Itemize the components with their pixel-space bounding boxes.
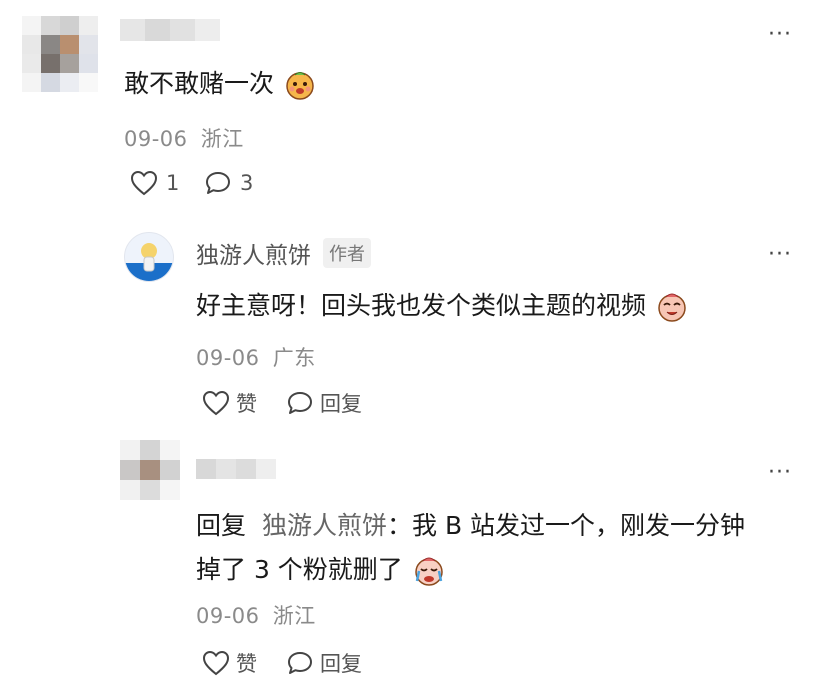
heart-icon: [130, 170, 158, 196]
comment-text-content: 我 B 站发过一个，刚发一分钟: [412, 511, 746, 540]
comment-text: 好主意呀！回头我也发个类似主题的视频: [196, 286, 688, 323]
comment-meta: 09-06 浙江: [196, 600, 316, 630]
author-row: 独游人煎饼 作者: [196, 236, 371, 270]
reply-to-user[interactable]: 独游人煎饼: [262, 511, 387, 540]
crying-face-emoji-icon: [415, 557, 443, 586]
comment-meta: 09-06 浙江: [124, 123, 244, 153]
comment-location: 广东: [272, 346, 316, 370]
reply-button[interactable]: 回复: [286, 388, 362, 418]
comment-date: 09-06: [196, 346, 260, 370]
username-blurred[interactable]: [196, 459, 276, 479]
comment-text-content: 掉了 3 个粉就删了: [196, 555, 403, 584]
username-blurred[interactable]: [120, 19, 220, 41]
comment-date: 09-06: [124, 127, 188, 151]
comment-text: 敢不敢赌一次: [124, 64, 316, 101]
chat-bubble-icon: [206, 172, 230, 194]
comment-meta: 09-06 广东: [196, 342, 316, 372]
author-name[interactable]: 独游人煎饼: [196, 236, 311, 270]
avatar[interactable]: [22, 16, 98, 92]
more-options-icon[interactable]: ···: [768, 244, 792, 266]
author-avatar[interactable]: [124, 232, 174, 282]
reply-separator: ：: [386, 511, 412, 540]
author-badge: 作者: [323, 238, 371, 268]
like-label: 赞: [236, 652, 257, 676]
reply-label: 回复: [320, 652, 362, 676]
comment-date: 09-06: [196, 604, 260, 628]
comment-text-content: 敢不敢赌一次: [124, 69, 275, 98]
reply-label: 回复: [320, 392, 362, 416]
face-emoji-icon: [286, 72, 314, 100]
heart-icon: [202, 390, 230, 416]
chat-bubble-icon: [288, 392, 312, 414]
reply-prefix: 回复: [196, 511, 247, 540]
more-options-icon[interactable]: ···: [768, 24, 792, 46]
avatar-illustration-icon: [125, 243, 173, 281]
reply-button[interactable]: 3: [204, 170, 253, 196]
heart-icon: [202, 650, 230, 676]
comment-location: 浙江: [200, 127, 244, 151]
like-button[interactable]: 赞: [202, 648, 257, 678]
comment-text: 回复 独游人煎饼：我 B 站发过一个，刚发一分钟 掉了 3 个粉就删了: [196, 504, 806, 592]
avatar[interactable]: [120, 440, 180, 500]
reply-count: 3: [240, 171, 254, 195]
comment-text-content: 好主意呀！回头我也发个类似主题的视频: [196, 291, 647, 320]
face-emoji-icon: [658, 293, 686, 322]
reply-button[interactable]: 回复: [286, 648, 362, 678]
like-label: 赞: [236, 392, 257, 416]
comment-line-1: 回复 独游人煎饼：我 B 站发过一个，刚发一分钟: [196, 504, 806, 548]
more-options-icon[interactable]: ···: [768, 462, 792, 484]
like-button[interactable]: 1: [130, 170, 179, 196]
comment-location: 浙江: [272, 604, 316, 628]
like-count: 1: [166, 171, 180, 195]
comment-line-2: 掉了 3 个粉就删了: [196, 548, 806, 592]
chat-bubble-icon: [288, 652, 312, 674]
like-button[interactable]: 赞: [202, 388, 257, 418]
